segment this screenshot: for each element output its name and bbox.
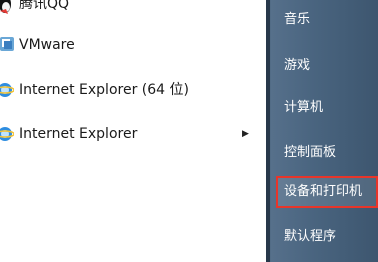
internet-explorer-icon	[0, 83, 14, 97]
right-menu-item-games[interactable]: 游戏	[276, 50, 378, 82]
program-item-ie[interactable]: Internet Explorer ▶	[0, 114, 266, 154]
menu-item-label: 计算机	[284, 100, 324, 115]
menu-item-label: 音乐	[284, 12, 311, 27]
right-menu-item-default-programs[interactable]: 默认程序	[276, 221, 378, 253]
right-menu-item-computer[interactable]: 计算机	[276, 92, 378, 124]
program-label: Internet Explorer (64 位)	[19, 82, 189, 98]
vmware-icon	[0, 37, 14, 51]
internet-explorer-icon	[0, 127, 14, 141]
program-label: Internet Explorer	[19, 126, 138, 142]
start-menu-right-pane: 音乐 游戏 计算机 控制面板 设备和打印机 默认程序	[266, 0, 378, 262]
menu-item-label: 设备和打印机	[284, 184, 363, 199]
menu-item-label: 游戏	[284, 58, 311, 73]
menu-item-label: 默认程序	[284, 229, 337, 244]
program-item-ie64[interactable]: Internet Explorer (64 位)	[0, 70, 266, 110]
qq-penguin-icon	[0, 0, 11, 14]
right-menu-item-control-panel[interactable]: 控制面板	[276, 137, 378, 169]
menu-item-label: 控制面板	[284, 145, 337, 160]
right-menu-item-devices-printers[interactable]: 设备和打印机	[276, 176, 378, 208]
pane-divider	[266, 0, 270, 262]
program-item-vmware[interactable]: VMware	[0, 25, 266, 65]
right-menu-item-music[interactable]: 音乐	[276, 4, 378, 36]
program-label: 腾讯QQ	[19, 0, 70, 12]
program-label: VMware	[19, 37, 75, 53]
program-item-qq[interactable]: 腾讯QQ	[0, 0, 266, 24]
submenu-arrow-icon[interactable]: ▶	[242, 126, 249, 142]
start-menu-programs-pane: 腾讯QQ VMware Internet Explorer (64 位) Int…	[0, 0, 266, 262]
